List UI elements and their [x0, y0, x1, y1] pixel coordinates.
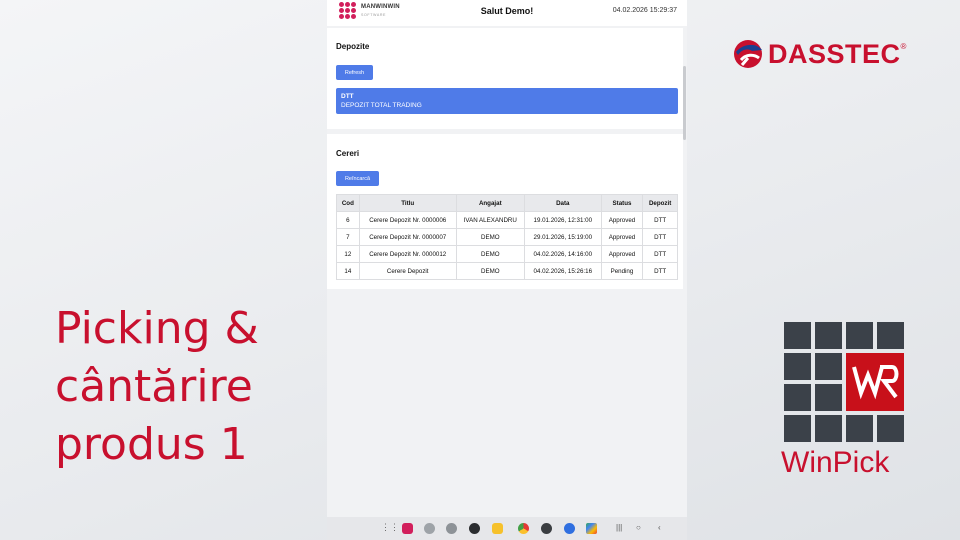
cell-depozit: DTT: [642, 262, 678, 280]
cell-angajat: DEMO: [455, 262, 525, 280]
cereri-table: Cod Titlu Angajat Data Status Depozit 6 …: [336, 194, 678, 280]
cell-cod: 14: [336, 262, 360, 280]
cell-status: Pending: [600, 262, 644, 280]
cereri-title: Cereri: [336, 149, 360, 158]
greeting: Salut Demo!: [480, 6, 534, 16]
apps-grid-icon[interactable]: ⋮⋮⋮: [381, 522, 408, 533]
col-status[interactable]: Status: [600, 194, 644, 212]
cell-status: Approved: [600, 245, 644, 263]
manwinwin-icon[interactable]: [402, 523, 413, 534]
winpick-label: WinPick: [781, 446, 890, 479]
reload-button[interactable]: Reîncarcă: [336, 171, 379, 186]
app-icon-2[interactable]: [446, 523, 457, 534]
winpick-mark-icon: [846, 353, 904, 411]
play-store-icon[interactable]: [586, 523, 597, 534]
cell-cod: 12: [336, 245, 360, 263]
registered-mark: ®: [900, 42, 907, 51]
notes-icon[interactable]: [492, 523, 503, 534]
scrollbar[interactable]: [683, 66, 686, 140]
camera-icon[interactable]: [469, 523, 480, 534]
dasstec-wordmark: DASSTEC: [768, 38, 901, 69]
cell-cod: 7: [336, 228, 360, 246]
cell-titlu: Cerere Depozit Nr. 0000007: [358, 228, 457, 246]
cereri-card: Cereri Reîncarcă Cod Titlu Angajat Data …: [327, 134, 683, 289]
recents-button-icon[interactable]: |||: [616, 523, 622, 532]
brand-name: MANWINWIN: [361, 3, 400, 10]
cell-depozit: DTT: [642, 228, 678, 246]
cell-titlu: Cerere Depozit Nr. 0000012: [358, 245, 457, 263]
cell-angajat: DEMO: [455, 245, 525, 263]
brand-sub: SOFTWARE: [361, 12, 387, 17]
messages-icon[interactable]: [564, 523, 575, 534]
col-data[interactable]: Data: [523, 194, 602, 212]
settings-icon[interactable]: [541, 523, 552, 534]
home-button-icon[interactable]: ○: [636, 523, 641, 532]
col-cod[interactable]: Cod: [336, 194, 360, 212]
depozite-title: Depozite: [336, 42, 370, 51]
manwinwin-dots-icon: [339, 2, 356, 19]
dasstec-mark-icon: [732, 38, 764, 70]
cell-status: Approved: [600, 211, 644, 229]
android-taskbar: ⋮⋮⋮ ||| ○ ‹: [327, 517, 687, 540]
manwinwin-logo: MANWINWIN SOFTWARE: [339, 2, 400, 19]
table-row[interactable]: 6 Cerere Depozit Nr. 0000006 IVAN ALEXAN…: [336, 211, 678, 229]
warehouse-code: DTT: [341, 93, 354, 100]
chrome-icon[interactable]: [518, 523, 529, 534]
cell-titlu: Cerere Depozit: [358, 262, 457, 280]
cell-depozit: DTT: [642, 211, 678, 229]
cell-cod: 6: [336, 211, 360, 229]
table-row[interactable]: 7 Cerere Depozit Nr. 0000007 DEMO 29.01.…: [336, 228, 678, 246]
cell-depozit: DTT: [642, 245, 678, 263]
refresh-button[interactable]: Refresh: [336, 65, 373, 80]
caption-line-2: cântărire: [55, 361, 253, 412]
col-depozit[interactable]: Depozit: [642, 194, 678, 212]
back-button-icon[interactable]: ‹: [658, 523, 661, 532]
warehouse-name: DEPOZIT TOTAL TRADING: [341, 102, 422, 109]
caption-line-3: produs 1: [55, 419, 248, 470]
cell-status: Approved: [600, 228, 644, 246]
cell-angajat: DEMO: [455, 228, 525, 246]
app-icon-1[interactable]: [424, 523, 435, 534]
app-screen: MANWINWIN SOFTWARE Salut Demo! 04.02.202…: [327, 0, 687, 540]
winpick-logo-grid: [784, 322, 904, 442]
caption-line-1: Picking &: [55, 303, 259, 354]
cell-titlu: Cerere Depozit Nr. 0000006: [358, 211, 457, 229]
table-header-row: Cod Titlu Angajat Data Status Depozit: [336, 194, 678, 212]
cell-data: 04.02.2026, 14:16:00: [523, 245, 602, 263]
table-row[interactable]: 14 Cerere Depozit DEMO 04.02.2026, 15:26…: [336, 262, 678, 280]
table-row[interactable]: 12 Cerere Depozit Nr. 0000012 DEMO 04.02…: [336, 245, 678, 263]
slide-caption: Picking & cântărire produs 1: [55, 300, 315, 474]
app-header: MANWINWIN SOFTWARE Salut Demo! 04.02.202…: [327, 0, 687, 26]
col-titlu[interactable]: Titlu: [358, 194, 457, 212]
cell-data: 29.01.2026, 15:19:00: [523, 228, 602, 246]
cell-data: 04.02.2026, 15:26:16: [523, 262, 602, 280]
dasstec-logo: DASSTEC ®: [732, 38, 906, 70]
warehouse-item-selected[interactable]: DTT DEPOZIT TOTAL TRADING: [336, 88, 678, 114]
cell-data: 19.01.2026, 12:31:00: [523, 211, 602, 229]
cell-angajat: IVAN ALEXANDRU: [455, 211, 525, 229]
current-datetime: 04.02.2026 15:29:37: [612, 7, 677, 14]
col-angajat[interactable]: Angajat: [455, 194, 525, 212]
